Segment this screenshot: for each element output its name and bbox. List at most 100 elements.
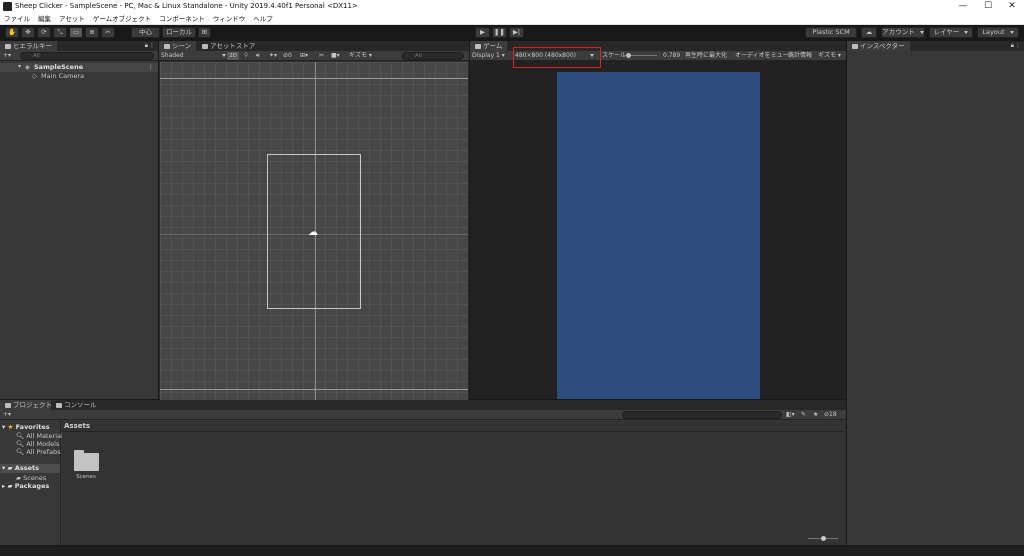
grid-snap-icon[interactable]: ⊞ [198,27,211,38]
pause-button[interactable]: ❚❚ [492,27,507,38]
favorites-section[interactable]: ▾ ★ Favorites [2,423,50,431]
display-dropdown[interactable]: Display 1 ▾ [472,51,505,61]
expand-arrow-icon[interactable]: ▾ [18,63,21,70]
rotate-tool-icon[interactable]: ⟳ [37,27,51,38]
hidden-objects-toggle[interactable]: ⊘0 [283,51,292,61]
game-viewport[interactable] [557,72,760,399]
store-icon [202,44,208,49]
transform-tool-icon[interactable]: ⊕ [85,27,99,38]
menu-help[interactable]: ヘルプ [249,13,277,25]
shading-mode-dropdown[interactable]: Shaded [161,51,226,61]
project-create-button[interactable]: +▾ [3,410,11,420]
scale-slider-track[interactable] [627,55,657,56]
account-dropdown[interactable]: アカウント [881,27,925,38]
packages-folder[interactable]: ▸ ▰ Packages [2,482,49,490]
menu-assets[interactable]: アセット [55,13,89,25]
folder-icon [74,453,99,471]
mute-audio-toggle[interactable]: オーディオをミュート [735,51,795,61]
inspector-menu-icon[interactable]: ⋮ [1015,41,1021,51]
scene-row[interactable]: ▾ ◈ SampleScene ⋮ [0,63,158,72]
tab-hierarchy[interactable]: ヒエラルキー [0,41,57,51]
console-icon [56,403,62,408]
scale-tool-icon[interactable]: ⤡ [53,27,67,38]
step-button[interactable]: ▶| [509,27,524,38]
menu-component[interactable]: コンポーネント [155,13,209,25]
create-button[interactable]: +▾ [3,51,11,61]
icon-size-slider-handle[interactable] [821,536,826,541]
gamepad-icon [475,44,481,49]
audio-icon[interactable]: 🔊︎ [256,51,260,61]
project-search-input[interactable] [622,411,782,419]
folder-open-icon: ▰ [7,464,13,472]
tab-project[interactable]: プロジェクト [0,400,57,410]
cloud-icon[interactable]: ☁ [861,27,877,38]
scale-value: 0.789 [663,52,681,59]
menu-file[interactable]: ファイル [0,13,34,25]
assets-folder[interactable]: ▾ ▰ Assets [0,464,60,473]
custom-tool-icon[interactable]: ✂ [101,27,115,38]
game-gizmos-dropdown[interactable]: ギズモ ▾ [818,51,841,61]
menu-gameobject[interactable]: ゲームオブジェクト [89,13,155,25]
favorites-all-materials[interactable]: 🔍︎ All Materials [16,432,66,440]
scene-search-input[interactable]: All [402,52,464,60]
2d-mode-toggle[interactable]: 2D [227,52,239,60]
resolution-highlight [513,47,601,68]
list-icon [5,44,11,49]
move-tool-icon[interactable]: ✥ [21,27,35,38]
favorites-all-prefabs[interactable]: 🔍︎ All Prefabs [16,448,61,456]
menu-kebab-icon[interactable]: ⋮ [149,41,155,51]
space-toggle-button[interactable]: ローカル [162,27,196,38]
label-filter-icon[interactable]: ✎ [801,410,806,420]
search-icon: 🔍︎ [16,440,25,448]
hierarchy-search-input[interactable]: All [20,52,154,60]
list-item[interactable]: ◇ Main Camera [0,72,158,81]
layers-dropdown[interactable]: レイヤー [929,27,973,38]
asset-tile[interactable] [72,446,100,474]
maximize-on-play-toggle[interactable]: 再生時に最大化 [685,51,727,61]
tab-console[interactable]: コンソール [51,400,102,410]
grid-icon[interactable]: ⊞▾ [300,51,308,61]
menu-bar: ファイル 編集 アセット ゲームオブジェクト コンポーネント ウィンドウ ヘルプ [0,13,1024,25]
breadcrumb: Assets [62,421,846,432]
favorite-star-icon[interactable]: ★ [813,410,818,420]
rect-tool-icon[interactable]: ▭ [69,27,83,38]
scenes-folder[interactable]: ▰ Scenes [16,474,46,482]
close-icon[interactable]: ✕ [1000,0,1024,13]
hidden-count-toggle[interactable]: ⊘18 [824,410,837,420]
minimize-icon[interactable]: — [951,0,975,13]
scene-viewport[interactable]: ☁ [160,62,468,410]
status-bar [0,546,1024,556]
maximize-icon[interactable]: ☐ [976,0,1000,13]
scale-slider-handle[interactable] [626,53,631,58]
stats-toggle[interactable]: 統計情報 [788,51,812,61]
menu-window[interactable]: ウィンドウ [209,13,250,25]
scene-bound-top [160,78,468,79]
tab-game[interactable]: ゲーム [470,41,508,51]
filter-type-icon[interactable]: ◧▾ [786,410,795,420]
scene-menu-icon[interactable]: ⋮ [148,63,155,71]
scale-label: スケール [602,52,627,59]
tab-asset-store[interactable]: アセットストア [197,41,261,51]
hand-tool-icon[interactable]: ✋ [5,27,19,38]
breadcrumb-assets[interactable]: Assets [64,422,90,430]
pivot-toggle-button[interactable]: 中心 [131,27,160,38]
inspector-lock-icon[interactable]: 🔒︎ [1011,41,1014,51]
layout-dropdown[interactable]: Layout [977,27,1019,38]
space-label: ローカル [166,28,192,36]
scene-gizmos-dropdown[interactable]: ギズモ ▾ [349,51,372,61]
camera-icon[interactable]: ■▾ [331,51,340,61]
plastic-scm-label: Plastic SCM [812,28,850,36]
lock-icon[interactable]: 🔒︎ [145,41,148,51]
star-icon: ★ [7,423,14,431]
tab-inspector[interactable]: インスペクター [847,41,910,51]
plastic-scm-button[interactable]: Plastic SCM [805,27,857,38]
tab-scene[interactable]: シーン [159,41,197,51]
play-button[interactable]: ▶ [475,27,490,38]
sheep-icon[interactable]: ☁ [308,227,318,238]
menu-edit[interactable]: 編集 [34,13,55,25]
favorites-all-models[interactable]: 🔍︎ All Models [16,440,59,448]
snap-icon[interactable]: ✂ [319,51,324,61]
effects-icon[interactable]: ✦▾ [269,51,277,61]
lighting-icon[interactable]: 💡︎ [244,51,248,61]
scene-tab-icon [164,44,170,49]
